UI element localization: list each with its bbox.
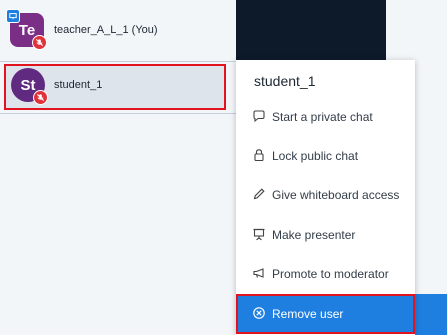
avatar: St bbox=[11, 68, 48, 105]
remove-circle-icon bbox=[252, 306, 266, 320]
menu-item-label: Lock public chat bbox=[272, 149, 359, 163]
user-name: teacher_A_L_1 (You) bbox=[54, 24, 158, 36]
user-row-teacher[interactable]: Te teacher_A_L_1 (You) bbox=[0, 4, 236, 54]
megaphone-icon bbox=[252, 266, 266, 280]
chat-bubble-icon bbox=[252, 109, 266, 123]
user-name: student_1 bbox=[54, 79, 103, 91]
start-private-chat-item[interactable]: Start a private chat bbox=[236, 97, 415, 137]
menu-title: student_1 bbox=[254, 73, 316, 89]
user-list: Te teacher_A_L_1 (You) St student_1 bbox=[0, 0, 236, 335]
presentation-icon bbox=[252, 227, 266, 241]
menu-item-label: Give whiteboard access bbox=[272, 188, 400, 202]
user-context-menu: student_1 Start a private chat Lock publ… bbox=[236, 60, 415, 335]
pencil-icon bbox=[252, 187, 266, 201]
divider bbox=[0, 61, 236, 62]
avatar-initials: St bbox=[20, 76, 36, 94]
divider bbox=[0, 113, 236, 114]
give-whiteboard-access-item[interactable]: Give whiteboard access bbox=[236, 175, 415, 215]
remove-user-item[interactable]: Remove user bbox=[236, 294, 415, 334]
avatar: Te bbox=[6, 9, 47, 50]
menu-item-label: Promote to moderator bbox=[272, 267, 389, 281]
avatar-initials: Te bbox=[18, 21, 36, 39]
menu-item-label: Make presenter bbox=[272, 228, 356, 242]
user-row-student[interactable]: St student_1 bbox=[0, 63, 236, 113]
lock-public-chat-item[interactable]: Lock public chat bbox=[236, 136, 415, 176]
make-presenter-item[interactable]: Make presenter bbox=[236, 215, 415, 255]
lock-icon bbox=[252, 148, 266, 162]
background-panel bbox=[415, 294, 447, 335]
video-area bbox=[236, 0, 386, 60]
menu-item-label: Remove user bbox=[272, 307, 344, 321]
menu-item-label: Start a private chat bbox=[272, 110, 373, 124]
promote-to-moderator-item[interactable]: Promote to moderator bbox=[236, 254, 415, 294]
